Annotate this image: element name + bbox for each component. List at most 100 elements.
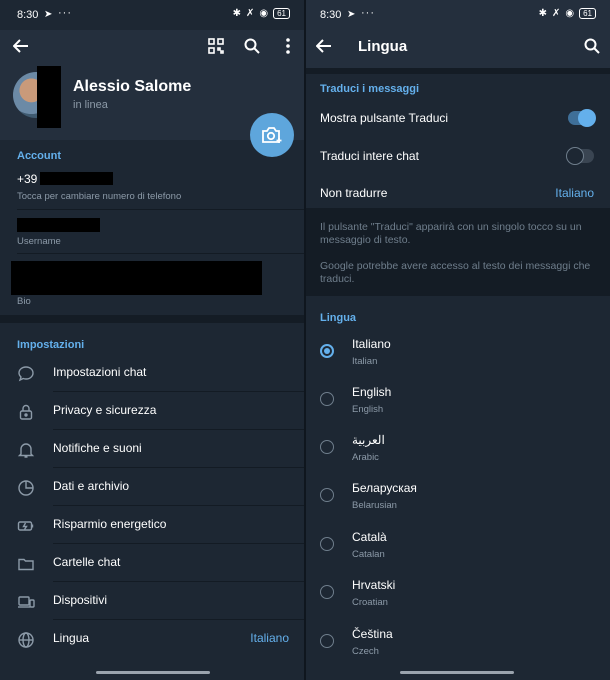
language-option-catalan[interactable]: Català Catalan — [306, 520, 610, 568]
set-photo-button[interactable] — [250, 113, 294, 157]
navigation-bar — [306, 658, 610, 680]
section-gap — [306, 68, 610, 74]
qr-code-icon[interactable] — [204, 34, 228, 58]
setting-privacy[interactable]: Privacy e sicurezza — [0, 392, 304, 430]
profile-name: Alessio Salome — [73, 78, 192, 95]
username-label: Username — [17, 236, 61, 247]
wifi-icon: ◉ — [259, 8, 269, 19]
redacted-phone-number — [40, 172, 113, 185]
navigation-bar — [0, 658, 304, 680]
phone-hint: Tocca per cambiare numero di telefono — [17, 191, 182, 202]
setting-chat[interactable]: Impostazioni chat — [0, 354, 304, 392]
more-notifications-icon: ··· — [58, 7, 72, 19]
language-option-arabic[interactable]: العربية Arabic — [306, 423, 610, 471]
language-option-croatian[interactable]: Hrvatski Croatian — [306, 568, 610, 616]
do-not-translate-label: Non tradurre — [320, 186, 388, 200]
language-english-name: Croatian — [352, 597, 388, 608]
language-english-name: Czech — [352, 646, 379, 657]
toggle-knob — [578, 109, 596, 127]
language-name: Italiano — [352, 337, 391, 351]
telegram-send-icon: ➤ — [44, 9, 53, 20]
bluetooth-icon: ✱ — [232, 8, 241, 19]
language-value: Italiano — [250, 631, 289, 645]
setting-label: Dati e archivio — [53, 479, 130, 493]
radio-unselected[interactable] — [320, 392, 334, 406]
bluetooth-icon: ✱ — [538, 8, 547, 19]
radio-unselected[interactable] — [320, 488, 334, 502]
setting-label: Notifiche e suoni — [53, 441, 142, 455]
bell-icon — [17, 441, 35, 459]
back-arrow-icon[interactable] — [312, 34, 336, 58]
page-title: Lingua — [358, 38, 408, 55]
setting-folders[interactable]: Cartelle chat — [0, 544, 304, 582]
show-translate-label: Mostra pulsante Traduci — [320, 111, 449, 125]
search-icon[interactable] — [240, 34, 264, 58]
setting-label: Impostazioni chat — [53, 365, 147, 379]
divider — [17, 253, 304, 254]
setting-language[interactable]: Lingua Italiano — [0, 620, 304, 658]
section-gap — [0, 315, 304, 323]
setting-label: Lingua — [53, 631, 90, 645]
language-english-name: English — [352, 404, 384, 415]
bio-label: Bio — [17, 296, 31, 307]
setting-devices[interactable]: Dispositivi — [0, 582, 304, 620]
status-time: 8:30 — [320, 9, 342, 21]
language-name: Hrvatski — [352, 578, 396, 592]
setting-data[interactable]: Dati e archivio — [0, 468, 304, 506]
radio-unselected[interactable] — [320, 585, 334, 599]
setting-notifications[interactable]: Notifiche e suoni — [0, 430, 304, 468]
language-option-belarusian[interactable]: Беларуская Belarusian — [306, 471, 610, 519]
show-translate-toggle[interactable] — [568, 109, 596, 127]
setting-label: Risparmio energetico — [53, 517, 167, 531]
language-name: Čeština — [352, 627, 393, 641]
translate-chats-toggle[interactable] — [566, 147, 594, 165]
search-icon[interactable] — [580, 34, 604, 58]
language-english-name: Catalan — [352, 549, 385, 560]
language-option-english[interactable]: English English — [306, 375, 610, 423]
phone-prefix[interactable]: +39 — [17, 172, 37, 186]
show-translate-button-row[interactable]: Mostra pulsante Traduci — [306, 100, 610, 136]
status-bar: 8:30 ➤ ··· ✱ ✗ ◉ 61 — [0, 0, 304, 30]
language-screen: 8:30 ➤ ··· ✱ ✗ ◉ 61 Lingua Traduci i mes… — [306, 0, 610, 680]
more-vert-icon[interactable] — [276, 34, 300, 58]
language-option-italiano[interactable]: Italiano Italian — [306, 327, 610, 375]
do-not-translate-value: Italiano — [555, 186, 594, 200]
translate-info-2: Google potrebbe avere accesso al testo d… — [320, 260, 591, 285]
redacted-bio[interactable] — [11, 261, 262, 295]
globe-icon — [17, 631, 35, 649]
home-indicator[interactable] — [96, 671, 210, 674]
telegram-send-icon: ➤ — [347, 9, 356, 20]
translate-entire-chats-row[interactable]: Traduci intere chat — [306, 138, 610, 174]
translate-section-title: Traduci i messaggi — [320, 83, 420, 95]
radio-unselected[interactable] — [320, 537, 334, 551]
language-name: Català — [352, 530, 387, 544]
language-name: Беларуская — [352, 481, 417, 495]
camera-add-icon — [262, 127, 282, 143]
language-english-name: Belarusian — [352, 500, 397, 511]
wifi-icon: ◉ — [565, 8, 575, 19]
status-icons: ✱ ✗ ◉ 61 — [539, 8, 596, 19]
setting-label: Dispositivi — [53, 593, 108, 607]
lock-icon — [17, 403, 35, 421]
setting-label: Privacy e sicurezza — [53, 403, 157, 417]
back-arrow-icon[interactable] — [9, 34, 33, 58]
redacted-avatar-area — [37, 66, 61, 128]
account-section-title: Account — [17, 150, 61, 162]
status-bar: 8:30 ➤ ··· ✱ ✗ ◉ 61 — [306, 0, 610, 30]
chat-bubble-icon — [17, 365, 35, 383]
setting-power-saving[interactable]: Risparmio energetico — [0, 506, 304, 544]
lock-icon — [566, 147, 584, 165]
mute-icon: ✗ — [245, 8, 255, 19]
translate-chats-label: Traduci intere chat — [320, 149, 419, 163]
status-time: 8:30 — [17, 9, 39, 21]
radio-unselected[interactable] — [320, 634, 334, 648]
profile-status: in linea — [73, 99, 108, 111]
radio-selected[interactable] — [320, 344, 334, 358]
language-name: English — [352, 385, 392, 399]
radio-unselected[interactable] — [320, 440, 334, 454]
redacted-username[interactable] — [17, 218, 100, 232]
do-not-translate-row[interactable]: Non tradurre Italiano — [306, 176, 610, 212]
home-indicator[interactable] — [400, 671, 514, 674]
folder-icon — [17, 555, 35, 573]
settings-section-title: Impostazioni — [17, 339, 85, 351]
